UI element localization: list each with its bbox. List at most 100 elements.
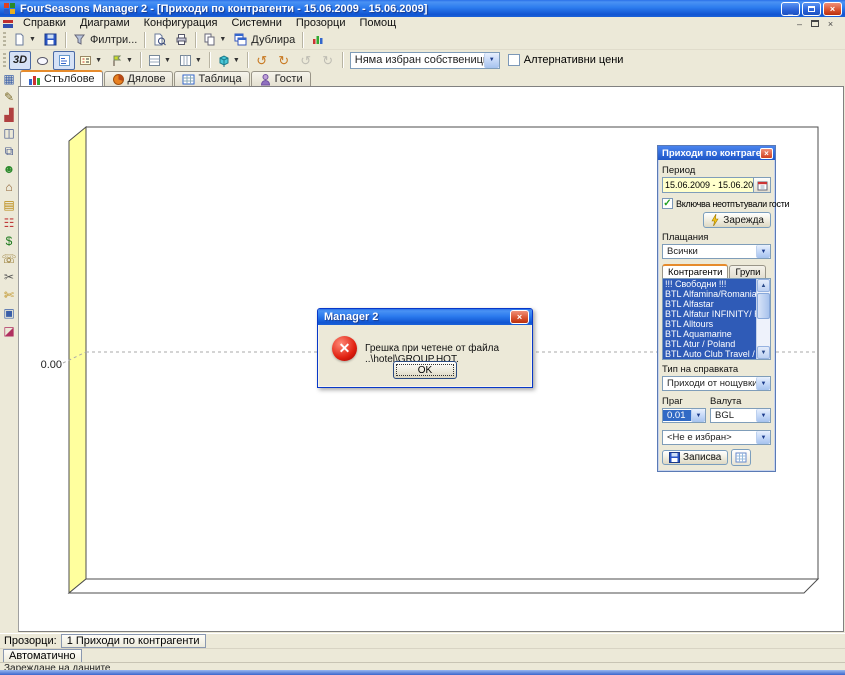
dollar-icon[interactable]: $ xyxy=(1,234,17,249)
rotate-cw-icon: ↻ xyxy=(278,54,289,67)
hotel-icon[interactable]: ⌂ xyxy=(1,180,17,195)
toolbar-grip[interactable] xyxy=(3,53,6,68)
list-item[interactable]: BTL Alfatur INFINITY/ Romani xyxy=(663,309,756,319)
template-combobox[interactable]: <Не е избран> ▼ xyxy=(662,430,771,445)
menu-item[interactable]: Конфигурация xyxy=(137,17,225,29)
filters-button[interactable]: Филтри... xyxy=(69,30,141,49)
numbers-icon[interactable]: ☷ xyxy=(1,216,17,231)
new-document-icon xyxy=(13,33,26,46)
threshold-combobox[interactable]: 0.01 ▼ xyxy=(662,408,706,423)
include-guests-label: Включва неотпътували гости xyxy=(676,199,789,209)
marks-button[interactable]: ▼ xyxy=(106,51,137,70)
ok-button[interactable]: OK xyxy=(393,361,457,379)
grid-view-button[interactable] xyxy=(731,449,751,466)
list-item[interactable]: BTL Auto Club Travel / Hunga xyxy=(663,349,756,359)
list-item[interactable]: BTL Alfamina/Romania xyxy=(663,289,756,299)
close-button[interactable]: × xyxy=(823,2,842,16)
menu-item[interactable]: Системни xyxy=(224,17,288,29)
copy-button[interactable]: ▼ xyxy=(199,30,230,49)
print-button[interactable] xyxy=(170,30,192,49)
flag-icon xyxy=(110,54,123,67)
save-button[interactable] xyxy=(40,30,62,49)
small-chart-icon[interactable]: ◪ xyxy=(1,324,17,339)
restore-button[interactable] xyxy=(802,2,821,16)
menu-item[interactable]: Прозорци xyxy=(289,17,353,29)
export-button[interactable] xyxy=(306,30,328,49)
scroll-down-icon[interactable]: ▼ xyxy=(757,346,770,359)
edit-report-icon[interactable]: ✎ xyxy=(1,90,17,105)
dropdown-arrow-icon[interactable]: ▼ xyxy=(756,245,770,258)
orbit-left-button[interactable]: ↺ xyxy=(295,51,317,70)
automatic-button[interactable]: Автоматично xyxy=(3,649,82,663)
period-input[interactable]: 15.06.2009 - 15.06.2009 xyxy=(662,177,754,193)
window-icon[interactable]: ◫ xyxy=(1,126,17,141)
dialog-close-icon[interactable]: × xyxy=(510,310,529,324)
save-report-button[interactable]: Записва xyxy=(662,450,728,465)
report-type-combobox[interactable]: Приходи от нощувки ▼ xyxy=(662,376,771,391)
scroll-up-icon[interactable]: ▲ xyxy=(757,279,770,292)
dropdown-arrow-icon[interactable]: ▼ xyxy=(756,377,770,390)
dropdown-arrow-icon[interactable]: ▼ xyxy=(756,409,770,422)
panel-title: Приходи по контрагенти xyxy=(662,148,760,159)
print-preview-button[interactable] xyxy=(148,30,170,49)
list-item[interactable]: BTL Alltours xyxy=(663,319,756,329)
menu-bar: СправкиДиаграмиКонфигурацияСистемниПрозо… xyxy=(0,17,845,31)
mdi-minimize-icon[interactable]: – xyxy=(793,19,806,29)
cash-folder-icon[interactable]: ▤ xyxy=(1,198,17,213)
duplicate-button[interactable]: Дублира xyxy=(230,30,299,49)
rotate-ccw-icon: ↺ xyxy=(256,54,267,67)
list-scrollbar[interactable]: ▲ ▼ xyxy=(756,279,770,359)
tab-table[interactable]: Таблица xyxy=(174,71,249,86)
toolbar-grip[interactable] xyxy=(3,32,6,47)
dropdown-arrow-icon[interactable]: ▼ xyxy=(691,409,705,422)
3d-depth-button[interactable]: ▼ xyxy=(213,51,244,70)
mdi-close-icon[interactable]: × xyxy=(824,19,837,29)
cut-coin-icon[interactable]: ✄ xyxy=(1,288,17,303)
3d-toggle-button[interactable]: 3D xyxy=(9,51,31,70)
cascade-windows-icon[interactable]: ⧉ xyxy=(1,144,17,159)
values-button[interactable] xyxy=(53,51,75,70)
dialog-title-bar: Manager 2 × xyxy=(318,309,532,325)
menu-item[interactable]: Справки xyxy=(16,17,73,29)
cards-icon[interactable]: ▣ xyxy=(1,306,17,321)
phone-icon[interactable]: ☏ xyxy=(1,252,17,267)
cut-icon[interactable]: ✂ xyxy=(1,270,17,285)
new-report-button[interactable]: ▼ xyxy=(9,30,40,49)
shape-button[interactable] xyxy=(31,51,53,70)
menu-item[interactable]: Помощ xyxy=(352,17,403,29)
mdi-restore-icon[interactable] xyxy=(811,20,819,27)
guests-icon[interactable]: ☻ xyxy=(1,162,17,177)
scroll-thumb[interactable] xyxy=(757,293,770,319)
chart-report-icon[interactable]: ▟ xyxy=(1,108,17,123)
include-guests-checkbox[interactable]: ✓ xyxy=(662,198,673,209)
tab-shares[interactable]: Дялове xyxy=(104,71,174,86)
open-window-button[interactable]: 1 Приходи по контрагенти xyxy=(61,634,206,648)
panel-close-icon[interactable]: × xyxy=(760,148,773,159)
owner-combobox[interactable]: Няма избран собственици ▼ xyxy=(350,52,500,69)
calendar-button[interactable] xyxy=(754,177,771,193)
alternative-prices-checkbox[interactable] xyxy=(508,54,520,66)
rotate-right-button[interactable]: ↻ xyxy=(273,51,295,70)
payments-combobox[interactable]: Всички ▼ xyxy=(662,244,771,259)
tab-contractors[interactable]: Контрагенти xyxy=(662,264,728,278)
load-button[interactable]: Зарежда xyxy=(703,212,771,228)
vertical-grid-button[interactable]: ▼ xyxy=(175,51,206,70)
dropdown-arrow-icon[interactable]: ▼ xyxy=(484,53,499,68)
list-item[interactable]: BTL Atur / Poland xyxy=(663,339,756,349)
legend-button[interactable]: ▼ xyxy=(75,51,106,70)
minimize-button[interactable]: _ xyxy=(781,2,800,16)
horizontal-grid-button[interactable]: ▼ xyxy=(144,51,175,70)
reservations-grid-icon[interactable]: ▦ xyxy=(1,72,17,87)
chevron-down-icon: ▼ xyxy=(29,36,36,43)
tab-guests[interactable]: Гости xyxy=(251,71,311,86)
tab-columns[interactable]: Стълбове xyxy=(20,70,103,86)
orbit-right-button[interactable]: ↻ xyxy=(317,51,339,70)
list-item[interactable]: BTL Alfastar xyxy=(663,299,756,309)
list-item[interactable]: !!! Свободни !!! xyxy=(663,279,756,289)
dropdown-arrow-icon[interactable]: ▼ xyxy=(756,431,770,444)
list-item[interactable]: BTL Aquamarine xyxy=(663,329,756,339)
currency-combobox[interactable]: BGL ▼ xyxy=(710,408,771,423)
menu-item[interactable]: Диаграми xyxy=(73,17,137,29)
tab-groups[interactable]: Групи xyxy=(729,265,766,278)
rotate-left-button[interactable]: ↺ xyxy=(251,51,273,70)
